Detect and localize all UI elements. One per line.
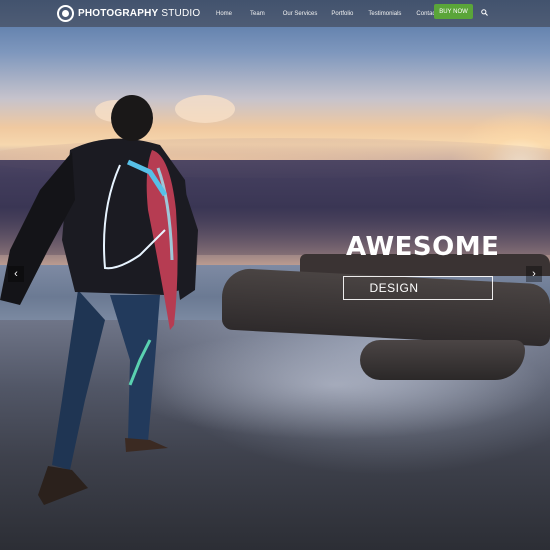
hero-subline-box: DESIGN: [343, 276, 493, 300]
brand-logo[interactable]: PHOTOGRAPHY STUDIO: [57, 5, 200, 22]
camera-lens-icon: [57, 5, 74, 22]
buy-now-button[interactable]: BUY NOW: [434, 4, 473, 19]
brand-name-light: STUDIO: [161, 8, 201, 19]
nav-item-portfolio[interactable]: Portfolio: [331, 11, 353, 17]
hero-headline: AWESOME: [346, 232, 500, 262]
brand-name: PHOTOGRAPHY STUDIO: [78, 8, 200, 19]
hero-subline: DESIGN: [369, 281, 419, 295]
nav-item-home[interactable]: Home: [216, 11, 232, 17]
hero-slider: [0, 0, 550, 550]
nav-menu: Home Team Our Services Portfolio Testimo…: [216, 0, 446, 27]
nav-item-our-services[interactable]: Our Services: [283, 11, 318, 17]
nav-item-team[interactable]: Team: [250, 11, 265, 17]
search-icon[interactable]: [481, 9, 488, 16]
slider-next-arrow[interactable]: ›: [526, 266, 542, 282]
surfer-figure: [0, 95, 198, 505]
slider-prev-arrow[interactable]: ‹: [8, 266, 24, 282]
nav-item-testimonials[interactable]: Testimonials: [368, 11, 401, 17]
brand-name-bold: PHOTOGRAPHY: [78, 8, 159, 19]
top-navbar: PHOTOGRAPHY STUDIO Home Team Our Service…: [0, 0, 550, 27]
